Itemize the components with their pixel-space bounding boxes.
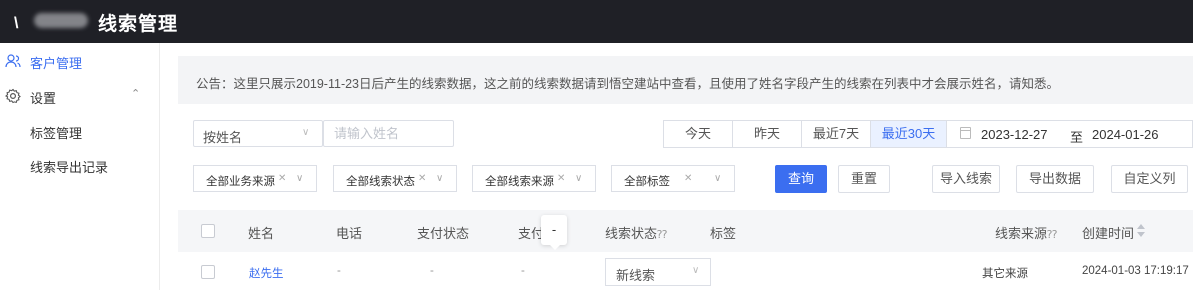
reset-button[interactable]: 重置 [838, 165, 890, 193]
pay-cell: - [521, 265, 525, 277]
date-preset-30days[interactable]: 最近30天 [871, 121, 947, 147]
custom-columns-button[interactable]: 自定义列 [1111, 165, 1188, 193]
date-preset-7days[interactable]: 最近7天 [802, 121, 871, 147]
sidebar-subitem-export-records[interactable]: 线索导出记录 [30, 157, 108, 176]
lead-status-select[interactable]: 新线索 ∨ [605, 258, 711, 286]
sidebar-subitem-tags[interactable]: 标签管理 [30, 123, 82, 142]
lead-name-link[interactable]: 赵先生 [249, 265, 284, 281]
date-end[interactable]: 2024-01-26 [1092, 127, 1159, 142]
chevron-up-icon[interactable]: ⌃ [131, 87, 140, 100]
clear-icon[interactable]: ✕ [557, 173, 565, 184]
row-checkbox[interactable] [201, 265, 215, 279]
column-header: 支付状态 [417, 226, 470, 241]
date-preset-yesterday[interactable]: 昨天 [733, 121, 802, 147]
gear-icon [5, 88, 21, 104]
app-title: 线索管理 [98, 14, 179, 35]
name-search-box [323, 120, 454, 147]
source-cell: 其它来源 [982, 268, 1028, 280]
notice-banner: 公告：这里只展示2019-11-23日后产生的线索数据，这之前的线索数据请到悟空… [178, 56, 1193, 104]
filter-business-source[interactable]: 全部业务来源 ✕ ∨ [193, 165, 317, 192]
column-header[interactable]: 创建时间 [1082, 223, 1134, 242]
top-bar: \ 线索管理 [0, 0, 1193, 43]
pay-status-cell: - [430, 265, 434, 277]
column-header: 线索状态⁇ [605, 223, 667, 242]
name-search-input[interactable] [324, 121, 453, 146]
phone-cell: - [337, 265, 341, 277]
date-separator: 至 [1070, 130, 1084, 145]
clear-icon[interactable]: ✕ [684, 173, 692, 184]
sidebar: 客户管理 设置 ⌃ 标签管理 线索导出记录 [0, 43, 160, 290]
chevron-down-icon: ∨ [575, 173, 583, 184]
help-icon[interactable]: ⁇ [657, 229, 667, 241]
calendar-icon [960, 127, 971, 139]
clear-icon[interactable]: ✕ [418, 173, 426, 184]
chevron-down-icon: ∨ [296, 173, 304, 184]
filter-label: 全部线索状态 [346, 176, 415, 188]
filter-lead-source[interactable]: 全部线索来源 ✕ ∨ [472, 165, 596, 192]
filter-tags[interactable]: 全部标签 ✕ ∨ [611, 165, 735, 192]
filter-label: 全部业务来源 [206, 176, 275, 188]
filter-label: 全部线索来源 [485, 176, 554, 188]
filter-label: 全部标签 [624, 176, 670, 188]
chevron-down-icon: ∨ [436, 173, 444, 184]
sidebar-item-label: 客户管理 [30, 56, 83, 71]
logo[interactable]: \ [14, 10, 92, 32]
date-range-filter: 今天 昨天 最近7天 最近30天 2023-12-27 至 2024-01-26 [663, 120, 1193, 148]
export-data-button[interactable]: 导出数据 [1016, 165, 1094, 193]
column-header-label: 线索状态 [605, 226, 658, 241]
column-header-label: 线索来源 [995, 226, 1048, 241]
notice-text: 公告：这里只展示2019-11-23日后产生的线索数据，这之前的线索数据请到悟空… [196, 77, 1060, 91]
sidebar-item-label: 设置 [30, 91, 57, 106]
sort-icon[interactable] [1137, 224, 1145, 238]
column-header: 电话 [336, 226, 363, 241]
date-preset-today[interactable]: 今天 [664, 121, 733, 147]
column-header: 线索来源⁇ [995, 223, 1057, 242]
select-all-checkbox[interactable] [201, 224, 215, 238]
filter-lead-status[interactable]: 全部线索状态 ✕ ∨ [333, 165, 457, 192]
column-header: 姓名 [248, 226, 275, 241]
logo-blurred-name [34, 13, 88, 28]
sidebar-item-customers[interactable]: 客户管理 [0, 50, 160, 74]
logo-mark: \ [14, 15, 19, 32]
header-tooltip: - [541, 215, 567, 250]
column-header: 标签 [710, 226, 737, 241]
created-time-cell: 2024-01-03 17:19:17 [1082, 265, 1189, 277]
chevron-down-icon: ∨ [714, 173, 722, 184]
chevron-down-icon: ∨ [302, 127, 310, 138]
clear-icon[interactable]: ✕ [278, 173, 286, 184]
import-leads-button[interactable]: 导入线索 [932, 165, 1000, 193]
chevron-down-icon: ∨ [692, 265, 700, 276]
date-start[interactable]: 2023-12-27 [981, 127, 1048, 142]
sidebar-item-settings[interactable]: 设置 ⌃ [0, 85, 160, 109]
query-button[interactable]: 查询 [775, 165, 827, 193]
users-icon [5, 54, 21, 68]
help-icon[interactable]: ⁇ [1047, 229, 1057, 241]
search-field-value: 按姓名 [203, 130, 243, 145]
search-field-select[interactable]: 按姓名 ∨ [193, 120, 323, 147]
lead-status-value: 新线索 [616, 268, 656, 283]
